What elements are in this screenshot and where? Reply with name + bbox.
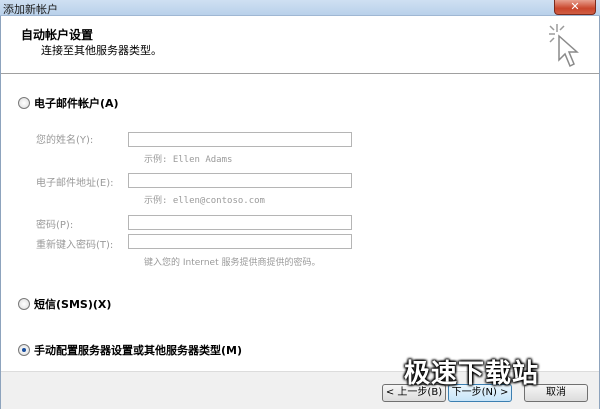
wizard-cursor-icon bbox=[549, 24, 579, 68]
password-label: 密码(P): bbox=[36, 220, 74, 231]
manual-config-label: 手动配置服务器设置或其他服务器类型(M) bbox=[34, 344, 242, 357]
wizard-body: 电子邮件帐户(A) 您的姓名(Y): 示例: Ellen Adams 电子邮件地… bbox=[1, 75, 599, 371]
name-label: 您的姓名(Y): bbox=[36, 135, 94, 146]
name-hint: 示例: Ellen Adams bbox=[144, 155, 233, 165]
window-title: 添加新帐户 bbox=[3, 3, 58, 16]
wizard-header: 自动帐户设置 连接至其他服务器类型。 bbox=[1, 16, 599, 74]
dialog-window: 自动帐户设置 连接至其他服务器类型。 电子邮件帐户(A) 您的姓名(Y): 示例… bbox=[0, 16, 600, 409]
email-account-option[interactable]: 电子邮件帐户(A) bbox=[18, 95, 119, 111]
email-account-label: 电子邮件帐户(A) bbox=[34, 97, 119, 110]
email-input[interactable] bbox=[128, 173, 352, 188]
page-title: 自动帐户设置 bbox=[21, 28, 94, 42]
manual-config-radio[interactable] bbox=[18, 344, 30, 356]
password-input[interactable] bbox=[128, 215, 352, 230]
site-watermark: 极速下载站 bbox=[404, 359, 540, 389]
email-hint: 示例: ellen@contoso.com bbox=[144, 196, 265, 206]
retype-password-label: 重新键入密码(T): bbox=[36, 240, 114, 251]
password-hint: 键入您的 Internet 服务提供商提供的密码。 bbox=[144, 258, 321, 268]
manual-config-option[interactable]: 手动配置服务器设置或其他服务器类型(M) bbox=[18, 342, 242, 358]
retype-password-input[interactable] bbox=[128, 234, 352, 249]
title-bar: 添加新帐户 ✕ bbox=[0, 0, 600, 16]
sms-label: 短信(SMS)(X) bbox=[34, 298, 112, 311]
page-subtitle: 连接至其他服务器类型。 bbox=[41, 44, 162, 57]
email-account-radio[interactable] bbox=[18, 97, 30, 109]
email-label: 电子邮件地址(E): bbox=[36, 178, 114, 189]
sms-radio[interactable] bbox=[18, 298, 30, 310]
sms-option[interactable]: 短信(SMS)(X) bbox=[18, 296, 111, 312]
name-input[interactable] bbox=[128, 132, 352, 147]
close-button[interactable]: ✕ bbox=[554, 0, 596, 15]
